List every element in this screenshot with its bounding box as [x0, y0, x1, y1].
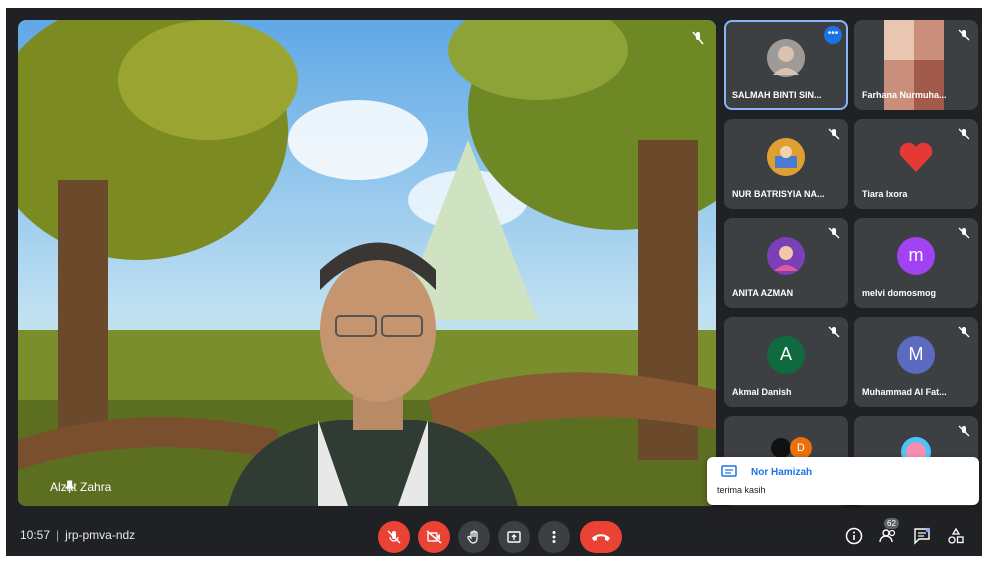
chat-button[interactable] [912, 526, 932, 546]
avatar [771, 438, 792, 459]
participant-tile[interactable]: ••• SALMAH BINTI SIN... [724, 20, 848, 110]
avatar: m [897, 236, 935, 275]
mic-off-icon [828, 226, 840, 239]
chat-sender: Nor Hamizah [751, 467, 813, 478]
pin-icon [28, 480, 75, 494]
participant-name: Farhana Nurmuha... [862, 90, 947, 100]
chat-message: terima kasih [717, 485, 766, 495]
more-options-icon[interactable]: ••• [824, 26, 842, 44]
people-count-badge: 62 [884, 518, 899, 529]
mic-off-icon [958, 325, 970, 338]
mic-off-icon [958, 424, 970, 437]
camera-toggle-button[interactable] [418, 521, 450, 553]
mic-off-icon [828, 127, 840, 140]
activities-button[interactable] [946, 526, 966, 546]
participant-tile[interactable]: M Muhammad Al Fat... [854, 317, 978, 407]
meeting-info-button[interactable] [844, 526, 864, 546]
mic-off-icon [958, 226, 970, 239]
chat-icon [914, 527, 931, 545]
clock: 10:57 [20, 528, 51, 542]
activities-icon [948, 527, 964, 544]
present-screen-icon [507, 531, 521, 543]
participant-name: Muhammad Al Fat... [862, 387, 947, 397]
camera-off-icon [426, 530, 442, 544]
avatar: A [767, 335, 805, 374]
more-options-button[interactable] [538, 521, 570, 553]
mic-off-icon [958, 28, 970, 41]
avatar [767, 38, 805, 77]
participant-tile[interactable]: Tiara Ixora [854, 119, 978, 209]
raise-hand-icon [467, 530, 478, 544]
control-bar: 10:57 | jrp-pmva-ndz 62 [6, 514, 982, 556]
people-button[interactable]: 62 [878, 518, 899, 546]
meeting-code: jrp-pmva-ndz [65, 528, 136, 542]
main-video[interactable]: Alzat Zahra [18, 20, 716, 506]
participant-tile[interactable]: Farhana Nurmuha... [854, 20, 978, 110]
meeting-details: 10:57 | jrp-pmva-ndz [20, 528, 135, 542]
mic-off-icon [387, 530, 401, 544]
end-call-button[interactable] [580, 521, 622, 553]
participant-tile[interactable]: A Akmal Danish [724, 317, 848, 407]
participant-name: NUR BATRISYIA NA... [732, 189, 825, 199]
mic-toggle-button[interactable] [378, 521, 410, 553]
avatar [767, 137, 805, 176]
mic-off-icon [690, 30, 706, 46]
avatar: M [897, 335, 935, 374]
participant-name: Akmal Danish [732, 387, 792, 397]
mic-off-icon [828, 325, 840, 338]
chat-icon [721, 465, 737, 479]
participant-tile[interactable]: ANITA AZMAN [724, 218, 848, 308]
end-call-icon [592, 534, 610, 541]
meet-window: Alzat Zahra ••• SALMAH BINTI SIN... Farh… [6, 8, 982, 556]
participant-name: melvi domosmog [862, 288, 937, 298]
separator: | [56, 528, 60, 542]
avatar [767, 236, 805, 275]
people-icon [879, 529, 896, 543]
participant-name: SALMAH BINTI SIN... [732, 90, 822, 100]
present-button[interactable] [498, 521, 530, 553]
participant-grid: ••• SALMAH BINTI SIN... Farhana Nurmuha.… [724, 20, 978, 506]
info-icon [845, 527, 863, 545]
participant-name: Tiara Ixora [862, 189, 908, 199]
raise-hand-button[interactable] [458, 521, 490, 553]
virtual-background [18, 20, 716, 506]
speaker-label: Alzat Zahra [28, 480, 111, 494]
more-options-icon [552, 531, 556, 543]
participant-tile[interactable]: NUR BATRISYIA NA... [724, 119, 848, 209]
heart-icon [897, 138, 935, 176]
participant-name: ANITA AZMAN [732, 288, 794, 298]
mic-off-icon [958, 127, 970, 140]
participant-tile[interactable]: m melvi domosmog [854, 218, 978, 308]
chat-notification[interactable]: Nor Hamizah terima kasih [707, 457, 979, 505]
